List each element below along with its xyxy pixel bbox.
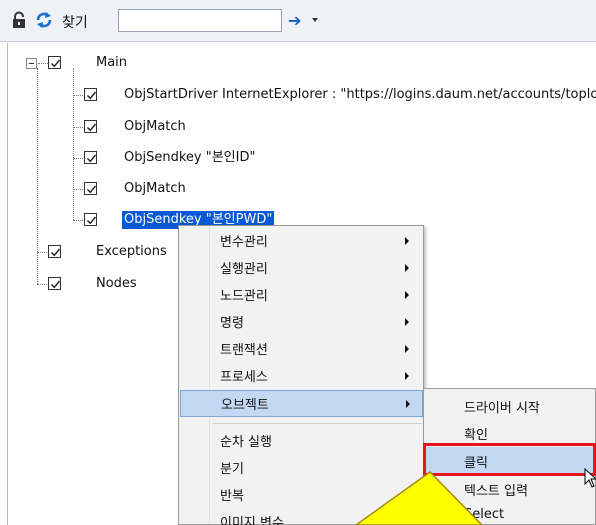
menu-item-nodes[interactable]: 노드관리 — [180, 281, 423, 308]
context-menu: 변수관리 실행관리 노드관리 명령 트랜잭션 프로세스 오브젝트 순차 실행 분… — [178, 225, 424, 525]
checkbox[interactable] — [48, 56, 61, 69]
submenu-item-text-input[interactable]: 텍스트 입력 — [424, 475, 596, 503]
menu-item-object[interactable]: 오브젝트 — [180, 390, 423, 417]
tree-node-label[interactable]: ObjSendkey "본인ID" — [124, 149, 255, 167]
refresh-icon[interactable] — [35, 11, 53, 29]
checkbox[interactable] — [48, 277, 61, 290]
submenu-item-select[interactable]: Select — [424, 502, 596, 525]
menu-item-variables[interactable]: 변수관리 — [180, 227, 423, 254]
submenu-arrow-icon — [405, 264, 409, 272]
tree-node-label[interactable]: Main — [96, 54, 127, 72]
check-icon — [51, 280, 61, 289]
tree-node-label[interactable]: ObjMatch — [124, 118, 186, 136]
checkbox[interactable] — [84, 182, 97, 195]
submenu-item-click[interactable]: 클릭 — [424, 447, 596, 475]
tree-node-label[interactable]: ObjStartDriver InternetExplorer : "https… — [124, 86, 596, 104]
submenu-arrow-icon — [405, 318, 409, 326]
menu-item-branch[interactable]: 분기 — [180, 454, 423, 481]
submenu-arrow-icon — [405, 345, 409, 353]
cursor-icon — [584, 468, 596, 488]
menu-item-loop[interactable]: 반복 — [180, 481, 423, 508]
checkbox[interactable] — [48, 245, 61, 258]
submenu-arrow-icon — [406, 400, 410, 408]
check-icon — [51, 59, 61, 68]
lock-icon[interactable] — [10, 11, 28, 29]
check-icon — [87, 154, 97, 163]
menu-item-execution[interactable]: 실행관리 — [180, 254, 423, 281]
dropdown-icon[interactable] — [312, 18, 318, 22]
checkbox[interactable] — [84, 213, 97, 226]
menu-item-commands[interactable]: 명령 — [180, 308, 423, 335]
check-icon — [87, 216, 97, 225]
checkbox[interactable] — [84, 88, 97, 101]
check-icon — [87, 91, 97, 100]
check-icon — [87, 123, 97, 132]
submenu-arrow-icon — [405, 291, 409, 299]
checkbox[interactable] — [84, 151, 97, 164]
tree-node-label[interactable]: Exceptions — [96, 243, 167, 261]
menu-item-process[interactable]: 프로세스 — [180, 362, 423, 389]
check-icon — [51, 248, 61, 257]
collapse-icon[interactable] — [26, 58, 37, 69]
submenu-item-check[interactable]: 확인 — [424, 419, 596, 447]
tree-node-label[interactable]: Nodes — [96, 275, 137, 293]
menu-item-image-variable[interactable]: 이미지 변수 — [180, 508, 423, 525]
object-submenu: 드라이버 시작 확인 클릭 텍스트 입력 Select — [423, 388, 596, 525]
toolbar: 찾기 ➔ — [0, 0, 596, 42]
menu-item-sequential[interactable]: 순차 실행 — [180, 427, 423, 454]
find-label: 찾기 — [62, 15, 88, 31]
arrow-right-icon[interactable]: ➔ — [288, 11, 310, 31]
submenu-item-start-driver[interactable]: 드라이버 시작 — [424, 392, 596, 420]
menu-item-transaction[interactable]: 트랜잭션 — [180, 335, 423, 362]
submenu-arrow-icon — [405, 372, 409, 380]
tree-node-label[interactable]: ObjMatch — [124, 180, 186, 198]
search-input[interactable] — [118, 9, 282, 32]
checkbox[interactable] — [84, 120, 97, 133]
submenu-arrow-icon — [405, 237, 409, 245]
check-icon — [87, 185, 97, 194]
